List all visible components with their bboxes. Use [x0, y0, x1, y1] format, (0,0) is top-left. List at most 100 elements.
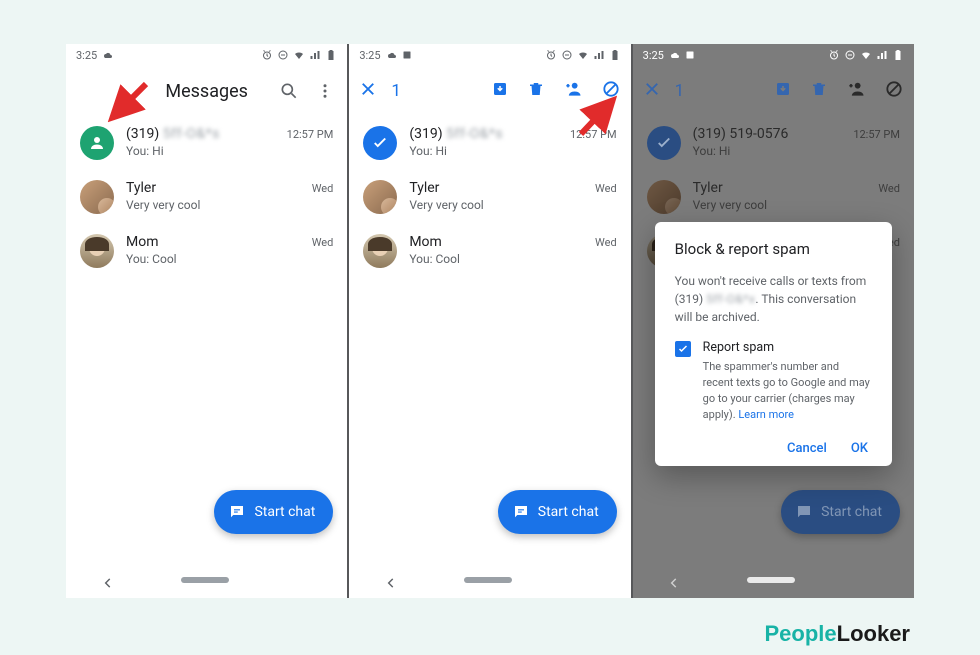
conversation-time: Wed [312, 182, 334, 195]
conversation-row[interactable]: Tyler Wed Very very cool [66, 170, 347, 224]
avatar-photo [647, 180, 681, 214]
conversation-time: Wed [595, 236, 617, 249]
fab-label: Start chat [821, 504, 882, 520]
block-report-dialog: Block & report spam You won't receive ca… [655, 222, 892, 466]
screenshot-icon [401, 49, 413, 61]
app-header: Messages [66, 66, 347, 116]
checkbox-subtext: The spammer's number and recent texts go… [703, 359, 872, 423]
fab-label: Start chat [254, 504, 315, 520]
screenshot-icon [684, 49, 696, 61]
avatar-icon [80, 126, 114, 160]
conversation-snippet: You: Hi [409, 144, 616, 158]
chat-icon [228, 503, 246, 521]
signal-icon [593, 49, 605, 61]
avatar-photo [363, 234, 397, 268]
close-selection-button[interactable] [359, 80, 377, 102]
conversation-snippet: You: Hi [126, 144, 333, 158]
block-button[interactable] [884, 79, 904, 103]
dialog-body: You won't receive calls or texts from (3… [675, 272, 872, 326]
nav-home-pill[interactable] [181, 577, 229, 583]
wifi-icon [860, 49, 872, 61]
selection-header: 1 [349, 66, 630, 116]
conversation-snippet: You: Cool [409, 252, 616, 266]
archive-button[interactable] [491, 80, 509, 102]
conversation-row[interactable]: Tyler Wed Very very cool [633, 170, 914, 224]
start-chat-fab[interactable]: Start chat [214, 490, 333, 534]
nav-home-pill[interactable] [464, 577, 512, 583]
avatar-photo [80, 234, 114, 268]
conversation-name: (319) 5ff-O&*s [126, 126, 220, 142]
selected-check-icon [363, 126, 397, 160]
conversation-row[interactable]: (319) 519-0576 12:57 PM You: Hi [633, 116, 914, 170]
close-selection-button[interactable] [643, 80, 661, 102]
conversation-name: (319) 519-0576 [693, 126, 789, 142]
delete-button[interactable] [527, 80, 545, 102]
cancel-button[interactable]: Cancel [787, 441, 827, 456]
block-button[interactable] [601, 79, 621, 103]
weather-icon [668, 49, 680, 61]
conversation-row[interactable]: (319) 5ff-O&*s 12:57 PM You: Hi [349, 116, 630, 170]
fab-label: Start chat [538, 504, 599, 520]
start-chat-fab[interactable]: Start chat [781, 490, 900, 534]
conversation-time: 12:57 PM [287, 128, 334, 141]
add-contact-button[interactable] [846, 79, 866, 103]
status-bar: 3:25 [349, 44, 630, 66]
delete-button[interactable] [810, 80, 828, 102]
overflow-menu-button[interactable] [311, 77, 339, 105]
selection-count: 1 [675, 81, 685, 101]
nav-back-button[interactable] [384, 575, 394, 585]
archive-button[interactable] [774, 80, 792, 102]
checkbox-checked-icon[interactable] [675, 341, 691, 357]
weather-icon [101, 49, 113, 61]
nav-back-button[interactable] [667, 575, 677, 585]
conversation-row[interactable]: Mom Wed You: Cool [66, 224, 347, 278]
phone-screen-3: 3:25 1 [633, 44, 914, 598]
signal-icon [309, 49, 321, 61]
ok-button[interactable]: OK [851, 441, 868, 456]
add-contact-button[interactable] [563, 79, 583, 103]
conversation-row[interactable]: Mom Wed You: Cool [349, 224, 630, 278]
dialog-title: Block & report spam [675, 240, 872, 258]
app-title: Messages [165, 81, 248, 102]
nav-home-pill[interactable] [747, 577, 795, 583]
battery-icon [609, 49, 621, 61]
conversation-name: Tyler [693, 180, 723, 196]
report-spam-checkbox-row[interactable]: Report spam The spammer's number and rec… [675, 340, 872, 423]
status-time: 3:25 [76, 49, 97, 62]
learn-more-link[interactable]: Learn more [738, 408, 794, 421]
dnd-icon [277, 49, 289, 61]
checkbox-label: Report spam [703, 340, 872, 355]
system-nav-bar [349, 562, 630, 598]
conversation-name: (319) 5ff-O&*s [409, 126, 503, 142]
phone-screen-2: 3:25 1 [349, 44, 630, 598]
nav-back-button[interactable] [101, 575, 111, 585]
conversation-name: Mom [126, 234, 158, 250]
conversation-snippet: Very very cool [126, 198, 333, 212]
wifi-icon [577, 49, 589, 61]
start-chat-fab[interactable]: Start chat [498, 490, 617, 534]
dnd-icon [844, 49, 856, 61]
peoplelooker-logo: PeopleLooker [765, 621, 911, 647]
avatar-photo [80, 180, 114, 214]
search-button[interactable] [275, 77, 303, 105]
status-bar: 3:25 [633, 44, 914, 66]
chat-icon [795, 503, 813, 521]
weather-icon [385, 49, 397, 61]
conversation-row[interactable]: Tyler Wed Very very cool [349, 170, 630, 224]
selection-count: 1 [391, 81, 401, 101]
phone-screen-1: 3:25 Messages [66, 44, 347, 598]
conversation-name: Tyler [126, 180, 156, 196]
conversation-time: Wed [312, 236, 334, 249]
system-nav-bar [66, 562, 347, 598]
chat-icon [512, 503, 530, 521]
status-time: 3:25 [359, 49, 380, 62]
conversation-row[interactable]: (319) 5ff-O&*s 12:57 PM You: Hi [66, 116, 347, 170]
conversation-time: 12:57 PM [570, 128, 617, 141]
dnd-icon [561, 49, 573, 61]
conversation-time: Wed [595, 182, 617, 195]
conversation-time: Wed [878, 182, 900, 195]
status-time: 3:25 [643, 49, 664, 62]
avatar-photo [363, 180, 397, 214]
selected-check-icon [647, 126, 681, 160]
battery-icon [892, 49, 904, 61]
